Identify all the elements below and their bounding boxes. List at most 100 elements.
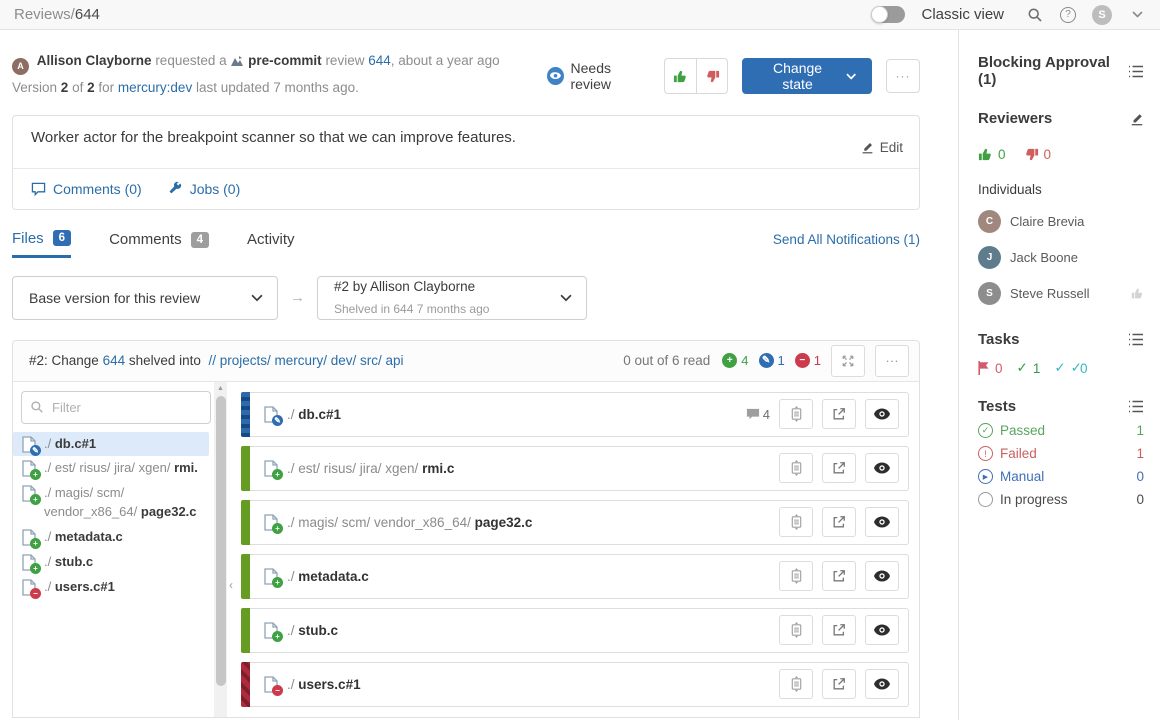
help-icon[interactable]: ?	[1060, 7, 1076, 23]
tab-activity[interactable]: Activity	[247, 231, 295, 256]
mark-read-button[interactable]	[865, 561, 899, 591]
inline-diff-button[interactable]	[779, 615, 813, 645]
inline-diff-button[interactable]	[779, 561, 813, 591]
scrollbar-thumb[interactable]	[216, 396, 226, 686]
expand-inline-icon	[789, 676, 804, 692]
jobs-link-label: Jobs (0)	[190, 181, 241, 197]
target-version-title: #2 by Allison Clayborne	[334, 279, 475, 294]
tree-item-metadata[interactable]: + ./ metadata.c	[13, 525, 209, 550]
tree-item-users[interactable]: − ./ users.c#1	[13, 575, 209, 600]
send-notifications-link[interactable]: Send All Notifications (1)	[773, 232, 920, 255]
file-delete-icon: −	[21, 579, 37, 596]
tab-files[interactable]: Files 6	[12, 230, 71, 258]
files-more-button[interactable]: ···	[875, 345, 909, 377]
meta-text-2: last updated 7 months ago.	[196, 80, 359, 95]
file-row-card[interactable]: ✎ ./ db.c#1 4	[250, 392, 909, 437]
tree-item-page32[interactable]: + ./ magis/ scm/ vendor_x86_64/ page32.c	[13, 481, 209, 525]
file-edit-icon: ✎	[21, 436, 37, 453]
file-comments-count[interactable]: 4	[746, 407, 770, 422]
author-name[interactable]: Allison Clayborne	[37, 53, 152, 68]
search-icon[interactable]	[1026, 6, 1044, 24]
comments-link[interactable]: Comments (0)	[31, 181, 142, 197]
reviewer-jack[interactable]: J Jack Boone	[978, 246, 1144, 269]
file-row-card[interactable]: + ./ est/ risus/ jira/ xgen/ rmi.c	[250, 446, 909, 491]
tab-bar: Files 6 Comments 4 Activity Send All Not…	[12, 230, 920, 258]
tab-comments[interactable]: Comments 4	[109, 231, 209, 256]
thumbs-down-button[interactable]	[696, 59, 727, 93]
edit-reviewers-icon[interactable]	[1130, 112, 1144, 126]
file-edit-icon: ✎	[263, 406, 279, 423]
pencil-icon	[861, 141, 874, 154]
file-add-icon: +	[263, 514, 279, 531]
mark-read-button[interactable]	[865, 669, 899, 699]
tree-item-db[interactable]: ✎ ./ db.c#1	[13, 432, 209, 457]
files-body: ✎ ./ db.c#1 + ./ est/ risus/ jira/ xgen/…	[13, 382, 919, 718]
eye-icon	[874, 516, 890, 528]
classic-view-toggle[interactable]	[871, 6, 905, 23]
mark-read-button[interactable]	[865, 615, 899, 645]
file-row-card[interactable]: − ./ users.c#1	[250, 662, 909, 707]
inline-diff-button[interactable]	[779, 453, 813, 483]
expand-inline-icon	[789, 622, 804, 638]
edit-description-link[interactable]: Edit	[861, 129, 903, 166]
eye-icon	[874, 678, 890, 690]
reviewer-name: Jack Boone	[1010, 250, 1078, 265]
open-file-button[interactable]	[822, 669, 856, 699]
open-file-button[interactable]	[822, 615, 856, 645]
mark-read-button[interactable]	[865, 399, 899, 429]
open-in-new-icon	[832, 461, 846, 475]
change-path-links[interactable]: // projects/ mercury/ dev/ src/ api	[208, 353, 403, 368]
tree-item-rmi[interactable]: + ./ est/ risus/ jira/ xgen/ rmi.	[13, 456, 209, 481]
individuals-heading: Individuals	[978, 182, 1144, 197]
change-state-button[interactable]: Change state	[742, 58, 871, 94]
user-avatar[interactable]: S	[1092, 5, 1112, 25]
add-change-bar	[241, 446, 250, 491]
file-row-card[interactable]: + ./ magis/ scm/ vendor_x86_64/ page32.c	[250, 500, 909, 545]
open-file-button[interactable]	[822, 399, 856, 429]
inline-diff-button[interactable]	[779, 507, 813, 537]
open-file-button[interactable]	[822, 453, 856, 483]
tree-scrollbar[interactable]: ▲	[214, 382, 227, 718]
for-word: for	[98, 80, 114, 95]
requested-text: requested a	[155, 53, 226, 68]
in-progress-circle-icon	[978, 492, 993, 507]
review-header: A Allison Clayborne requested a pre-comm…	[12, 48, 920, 101]
filter-input[interactable]	[21, 391, 211, 424]
jobs-link[interactable]: Jobs (0)	[168, 181, 241, 197]
tree-item-stub[interactable]: + ./ stub.c	[13, 550, 209, 575]
inline-diff-button[interactable]	[779, 399, 813, 429]
chevron-down-icon	[235, 294, 263, 302]
blocking-approval-title: Blocking Approval (1)	[978, 54, 1128, 88]
thumbs-up-button[interactable]	[665, 59, 696, 93]
list-menu-icon[interactable]	[1128, 65, 1144, 78]
branch-link[interactable]: mercury:dev	[118, 80, 192, 95]
reviewer-claire[interactable]: C Claire Brevia	[978, 210, 1144, 233]
file-row-card[interactable]: + ./ stub.c	[250, 608, 909, 653]
base-version-label: Base version for this review	[29, 290, 200, 306]
version-total: 2	[87, 80, 95, 95]
author-avatar: A	[12, 58, 29, 75]
open-file-button[interactable]	[822, 507, 856, 537]
scroll-up-arrow-icon[interactable]: ▲	[214, 382, 227, 392]
fullscreen-button[interactable]	[831, 345, 865, 377]
mark-read-button[interactable]	[865, 453, 899, 483]
base-version-select[interactable]: Base version for this review	[12, 276, 278, 320]
change-id-link[interactable]: 644	[103, 353, 126, 368]
open-file-button[interactable]	[822, 561, 856, 591]
tree-collapse-handle[interactable]: ‹	[229, 578, 233, 592]
mark-read-button[interactable]	[865, 507, 899, 537]
tasks-menu-icon[interactable]	[1128, 333, 1144, 346]
inline-diff-button[interactable]	[779, 669, 813, 699]
vote-buttons	[664, 58, 728, 94]
file-row-card[interactable]: + ./ metadata.c	[250, 554, 909, 599]
review-more-button[interactable]: ···	[886, 59, 920, 93]
breadcrumb-reviews-link[interactable]: Reviews/	[14, 6, 75, 23]
user-menu-chevron-icon[interactable]	[1128, 6, 1146, 24]
reviewer-steve[interactable]: S Steve Russell	[978, 282, 1144, 305]
tests-menu-icon[interactable]	[1128, 400, 1144, 413]
review-id-link[interactable]: 644	[368, 53, 391, 68]
passed-count: 1	[1136, 423, 1144, 438]
target-version-select[interactable]: #2 by Allison Clayborne Shelved in 644 7…	[317, 276, 587, 320]
pending-vote-thumb-icon	[1131, 287, 1144, 300]
change-prefix: #2: Change	[29, 353, 99, 368]
